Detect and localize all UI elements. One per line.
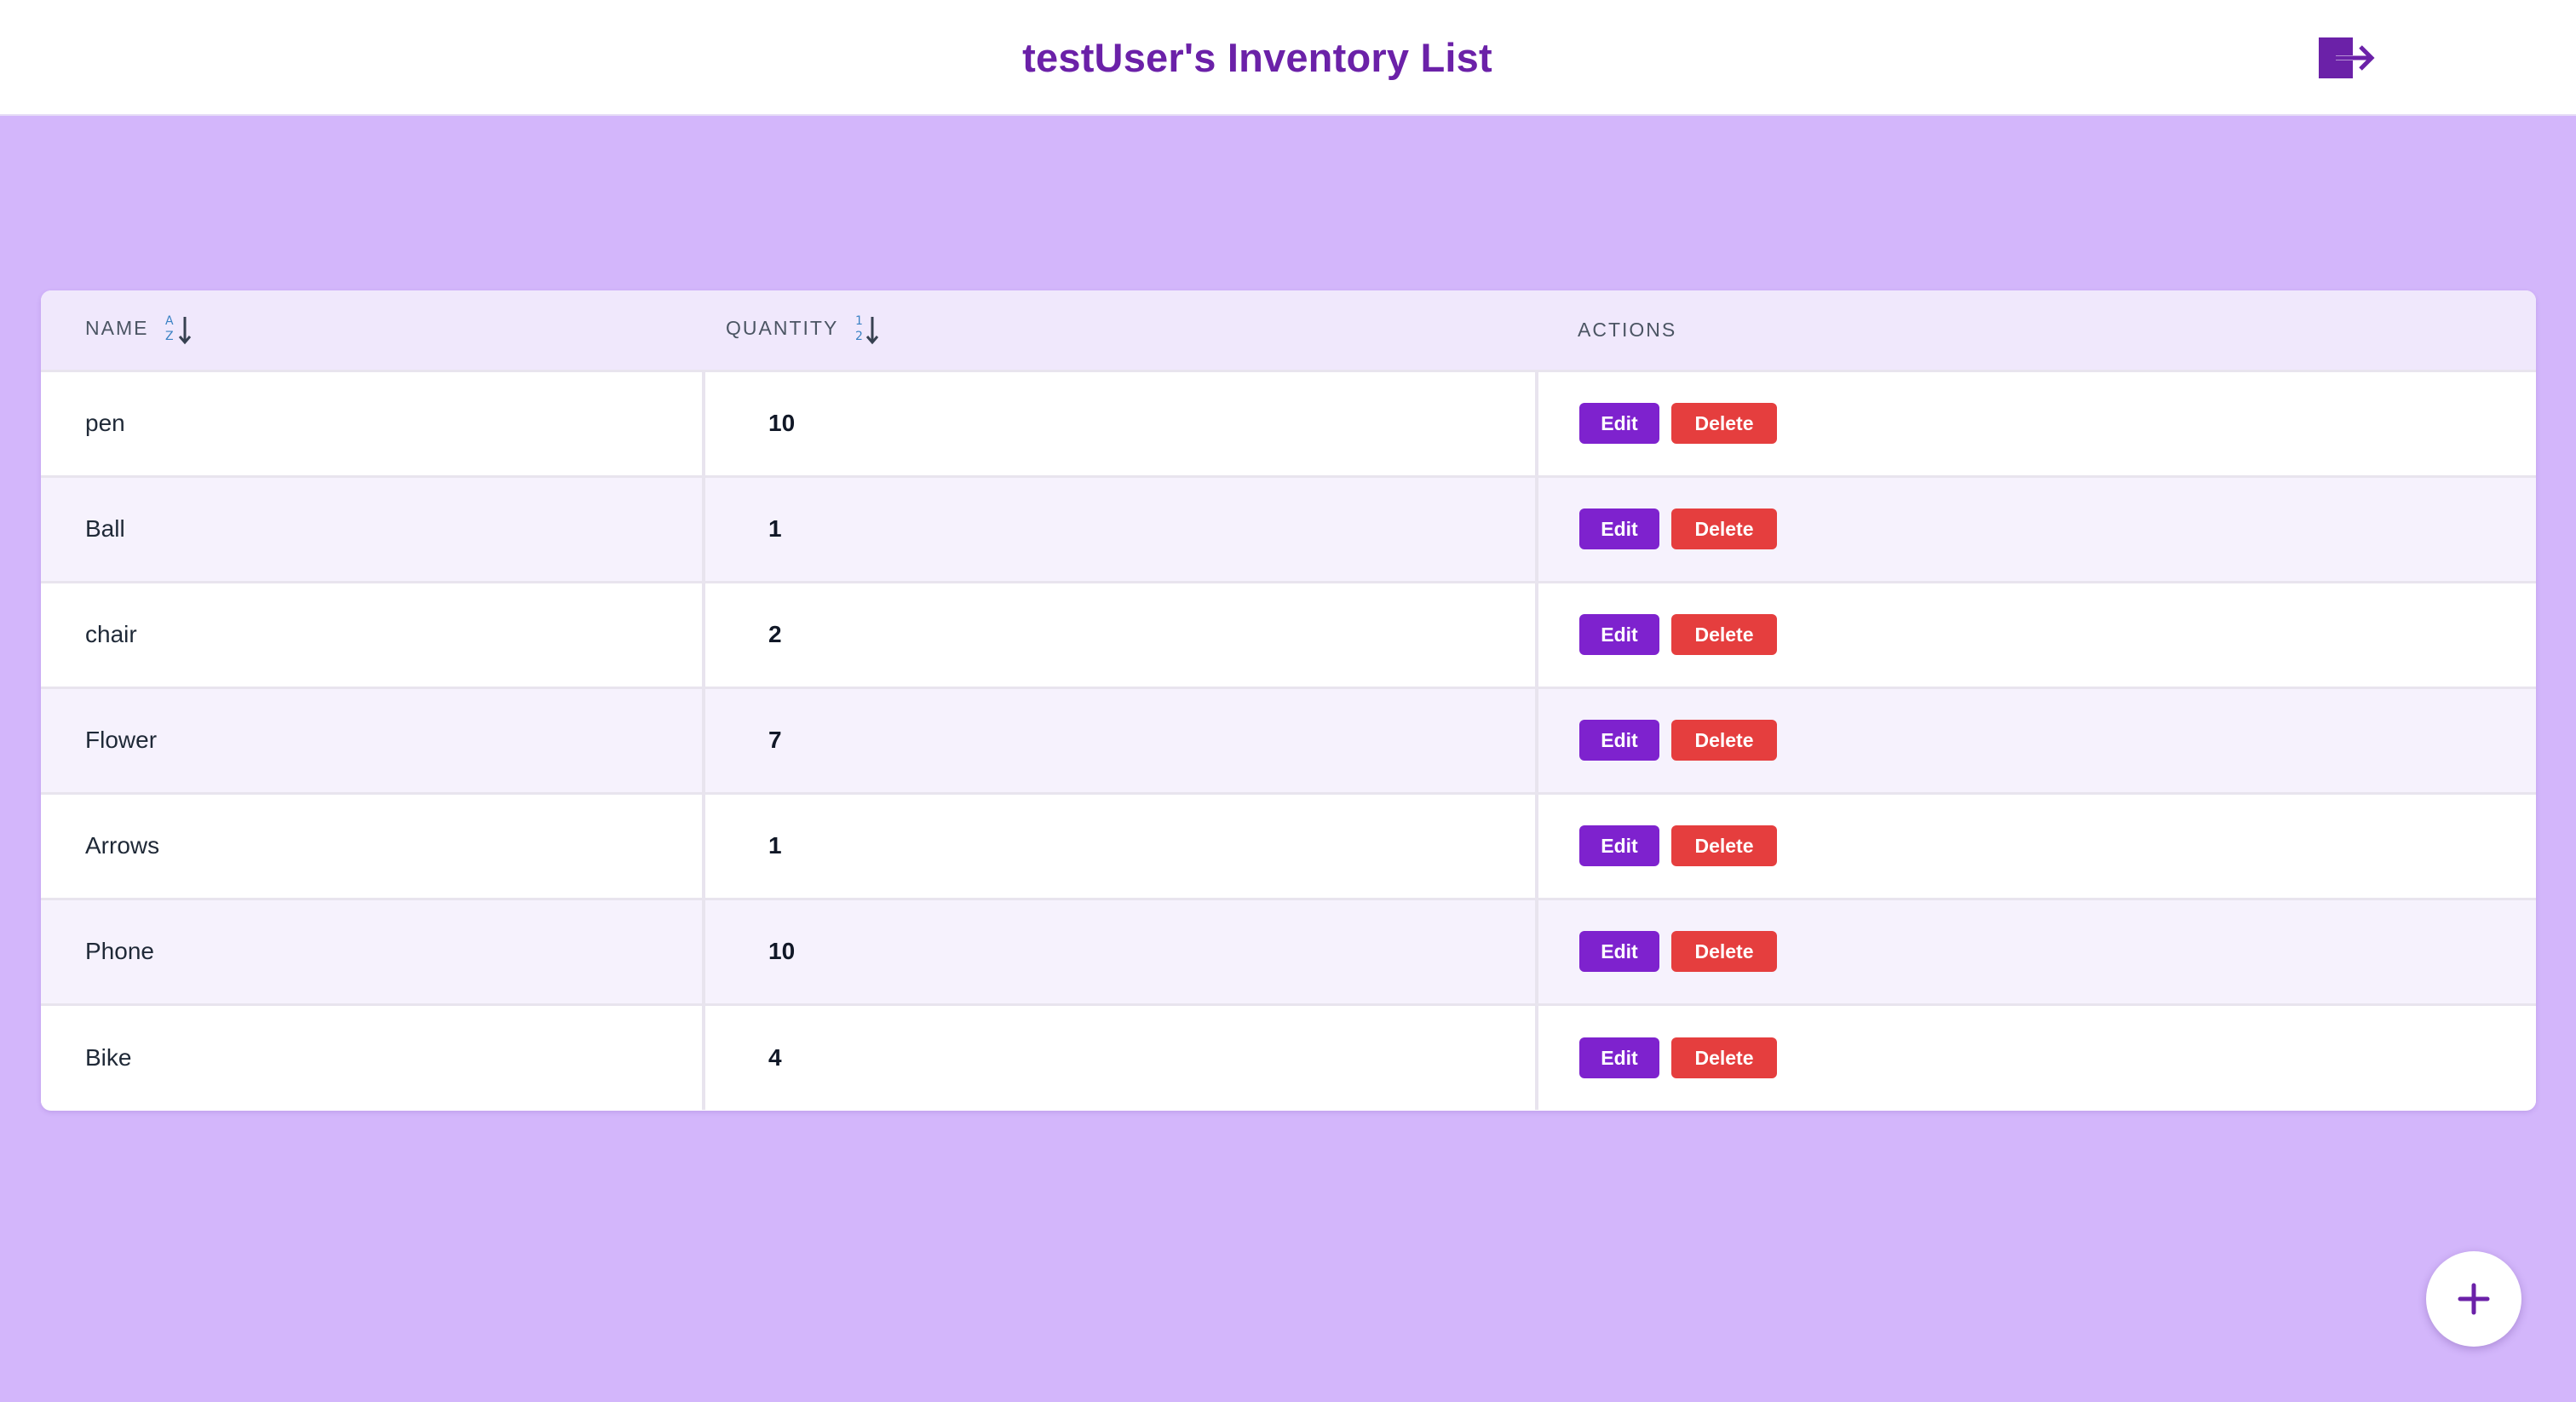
cell-quantity: 7 [704, 686, 1538, 793]
cell-name: Bike [41, 1003, 705, 1110]
cell-name: Ball [41, 474, 705, 582]
inventory-table-card: NAME A Z QUANTITY 1 2 ACTIONS pen 10 Edi… [41, 290, 2536, 1111]
add-item-button[interactable] [2426, 1251, 2521, 1347]
inventory-table: NAME A Z QUANTITY 1 2 ACTIONS pen 10 Edi… [41, 290, 2536, 1110]
table-row: Phone 10 Edit Delete [41, 897, 2536, 1004]
delete-button[interactable]: Delete [1671, 931, 1777, 972]
table-header-row: NAME A Z QUANTITY 1 2 ACTIONS [41, 290, 2536, 371]
edit-button[interactable]: Edit [1579, 931, 1659, 972]
sort-numeric-down-icon[interactable]: 1 2 [854, 313, 883, 346]
table-row: chair 2 Edit Delete [41, 580, 2536, 687]
cell-name: Arrows [41, 791, 705, 899]
edit-button[interactable]: Edit [1579, 720, 1659, 761]
cell-actions: Edit Delete [1537, 580, 2536, 687]
table-row: Flower 7 Edit Delete [41, 686, 2536, 793]
table-row: Ball 1 Edit Delete [41, 474, 2536, 582]
cell-name: chair [41, 580, 705, 687]
cell-name: Phone [41, 897, 705, 1004]
table-row: Bike 4 Edit Delete [41, 1003, 2536, 1110]
cell-quantity: 10 [704, 369, 1538, 476]
cell-actions: Edit Delete [1537, 686, 2536, 793]
edit-button[interactable]: Edit [1579, 1037, 1659, 1078]
svg-text:Z: Z [165, 330, 175, 343]
cell-quantity: 4 [704, 1003, 1538, 1110]
delete-button[interactable]: Delete [1671, 825, 1777, 866]
table-row: Arrows 1 Edit Delete [41, 791, 2536, 899]
svg-text:2: 2 [855, 330, 865, 343]
column-header-name[interactable]: NAME A Z [41, 290, 704, 371]
cell-name: Flower [41, 686, 705, 793]
cell-actions: Edit Delete [1537, 369, 2536, 476]
delete-button[interactable]: Delete [1671, 509, 1777, 549]
edit-button[interactable]: Edit [1579, 614, 1659, 655]
delete-button[interactable]: Delete [1671, 720, 1777, 761]
delete-button[interactable]: Delete [1671, 614, 1777, 655]
logout-icon [2319, 37, 2375, 78]
column-header-actions: ACTIONS [1578, 318, 1677, 341]
cell-actions: Edit Delete [1537, 1003, 2536, 1110]
app-header: testUser's Inventory List [0, 0, 2576, 116]
cell-quantity: 1 [704, 474, 1538, 582]
svg-text:A: A [165, 314, 175, 328]
delete-button[interactable]: Delete [1671, 403, 1777, 444]
column-header-quantity-label: QUANTITY [726, 317, 838, 340]
edit-button[interactable]: Edit [1579, 403, 1659, 444]
table-row: pen 10 Edit Delete [41, 369, 2536, 476]
column-header-quantity[interactable]: QUANTITY 1 2 [704, 290, 1537, 371]
delete-button[interactable]: Delete [1671, 1037, 1777, 1078]
cell-name: pen [41, 369, 705, 476]
cell-actions: Edit Delete [1537, 791, 2536, 899]
cell-actions: Edit Delete [1537, 474, 2536, 582]
page-title: testUser's Inventory List [1022, 35, 1492, 80]
cell-quantity: 10 [704, 897, 1538, 1004]
edit-button[interactable]: Edit [1579, 825, 1659, 866]
cell-quantity: 1 [704, 791, 1538, 899]
sort-alpha-down-icon[interactable]: A Z [164, 313, 193, 346]
cell-quantity: 2 [704, 580, 1538, 687]
svg-text:1: 1 [855, 314, 865, 328]
edit-button[interactable]: Edit [1579, 509, 1659, 549]
column-header-name-label: NAME [85, 317, 149, 340]
cell-actions: Edit Delete [1537, 897, 2536, 1004]
plus-icon [2458, 1283, 2490, 1315]
logout-button[interactable] [2317, 32, 2377, 83]
